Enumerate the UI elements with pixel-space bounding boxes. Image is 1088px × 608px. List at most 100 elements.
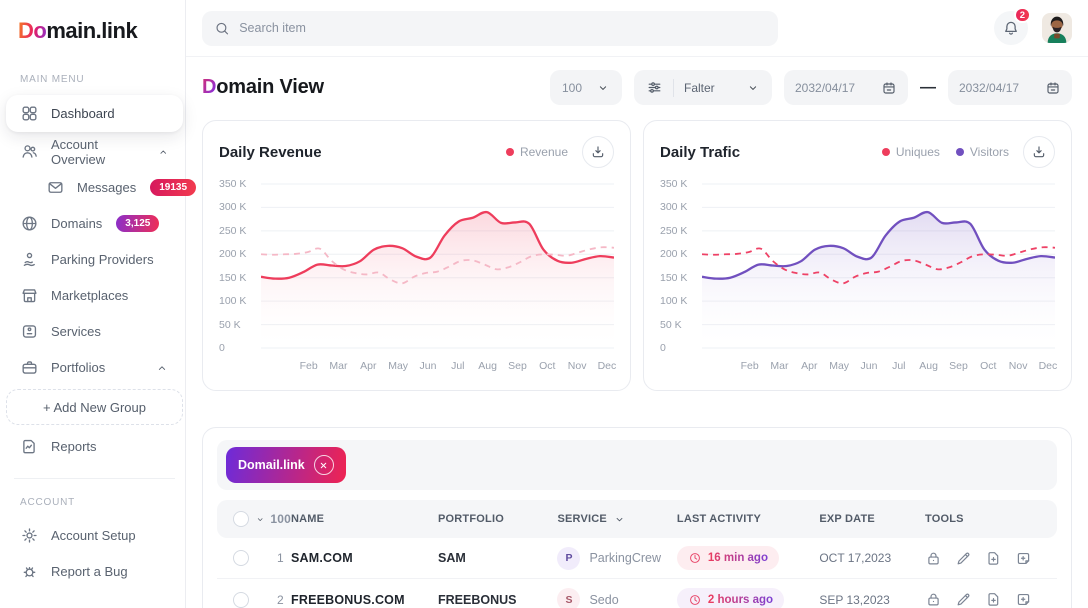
- brand-logo[interactable]: Domain.link: [18, 18, 173, 44]
- last-activity-pill: 16 min ago: [677, 546, 779, 570]
- y-tick-label: 50 K: [660, 319, 682, 331]
- domain-name[interactable]: SAM.COM: [291, 551, 438, 565]
- activity-cell: 2 hours ago: [677, 588, 819, 608]
- page-header: Domain View 100 Falter 2032/04/17: [202, 70, 1072, 105]
- chart-canvas: [261, 180, 614, 352]
- legend-label: Visitors: [970, 145, 1009, 159]
- row-tools: [925, 591, 1053, 608]
- sidebar-item-services[interactable]: Services: [10, 314, 179, 349]
- sidebar-item-label: Portfolios: [51, 360, 105, 375]
- x-tick-label: May: [388, 360, 408, 372]
- y-tick-label: 300 K: [219, 201, 246, 213]
- y-tick-label: 100 K: [219, 295, 246, 307]
- legend-label: Uniques: [896, 145, 940, 159]
- table-body: 1SAM.COMSAMPParkingCrew16 min agoOCT 17,…: [217, 538, 1057, 608]
- x-tick-label: Dec: [1039, 360, 1058, 372]
- note-add-icon[interactable]: [1015, 591, 1032, 608]
- x-tick-label: Jun: [861, 360, 878, 372]
- services-icon: [20, 322, 39, 341]
- col-portfolio[interactable]: PORTFOLIO: [438, 513, 557, 525]
- sidebar-divider: [14, 478, 175, 479]
- x-tick-label: Apr: [801, 360, 817, 372]
- chevron-up-icon[interactable]: [157, 145, 170, 159]
- divider: [673, 79, 674, 97]
- sidebar-item-reports[interactable]: Reports: [10, 429, 179, 464]
- x-tick-label: Sep: [949, 360, 968, 372]
- download-button[interactable]: [1023, 136, 1055, 168]
- sidebar-item-account-setup[interactable]: Account Setup: [10, 518, 179, 553]
- sidebar-item-domains[interactable]: Domains3,125: [10, 206, 179, 241]
- date-to-picker[interactable]: 2032/04/17: [948, 70, 1072, 105]
- x-axis-labels: FebMarAprMayJunJulAugSepOctNovDec: [261, 352, 614, 376]
- bug-icon: [20, 562, 39, 581]
- sidebar-item-label: Report a Bug: [51, 564, 128, 579]
- legend-dot: [956, 148, 964, 156]
- notifications-button[interactable]: 2: [994, 11, 1028, 45]
- col-exp-date[interactable]: EXP DATE: [819, 513, 925, 525]
- x-tick-label: Oct: [980, 360, 996, 372]
- calendar-icon: [1045, 80, 1061, 96]
- note-add-icon[interactable]: [1015, 550, 1032, 567]
- y-tick-label: 0: [660, 342, 666, 354]
- charts-row: Daily RevenueRevenue350 K300 K250 K200 K…: [202, 120, 1072, 391]
- x-tick-label: Jun: [420, 360, 437, 372]
- sidebar-item-messages[interactable]: Messages19135: [10, 170, 179, 205]
- x-tick-label: Apr: [360, 360, 376, 372]
- table-row: 1SAM.COMSAMPParkingCrew16 min agoOCT 17,…: [217, 538, 1057, 579]
- close-icon[interactable]: [314, 455, 334, 475]
- x-tick-label: Sep: [508, 360, 527, 372]
- lock-icon[interactable]: [925, 591, 942, 608]
- download-button[interactable]: [582, 136, 614, 168]
- notification-badge: 2: [1014, 7, 1031, 23]
- select-all-checkbox[interactable]: [233, 511, 249, 527]
- legend-label: Revenue: [520, 145, 568, 159]
- sidebar-item-marketplaces[interactable]: Marketplaces: [10, 278, 179, 313]
- report-icon: [20, 437, 39, 456]
- file-add-icon[interactable]: [985, 591, 1002, 608]
- col-service[interactable]: SERVICE: [557, 513, 676, 526]
- sidebar-item-dashboard[interactable]: Dashboard: [6, 95, 183, 132]
- service-avatar: S: [557, 588, 580, 608]
- sidebar-main-nav: DashboardAccount OverviewMessages19135Do…: [16, 95, 173, 464]
- row-checkbox[interactable]: [233, 550, 249, 566]
- portfolio-name: FREEBONUS: [438, 593, 557, 607]
- date-from-picker[interactable]: 2032/04/17: [784, 70, 908, 105]
- sidebar-item-report-a-bug[interactable]: Report a Bug: [10, 554, 179, 589]
- x-tick-label: Jul: [892, 360, 905, 372]
- chart-card-0: Daily RevenueRevenue350 K300 K250 K200 K…: [202, 120, 631, 391]
- main-area: 2 Domain View: [186, 0, 1088, 608]
- lock-icon[interactable]: [925, 550, 942, 567]
- chevron-down-icon[interactable]: [255, 513, 265, 526]
- col-name[interactable]: NAME: [291, 513, 438, 525]
- sidebar-item-portfolios[interactable]: Portfolios: [10, 350, 179, 385]
- sidebar-item-add-new-group[interactable]: + Add New Group: [6, 389, 183, 425]
- service-cell: SSedo: [557, 588, 676, 608]
- col-last-activity[interactable]: LAST ACTIVITY: [677, 513, 819, 525]
- row-checkbox[interactable]: [233, 592, 249, 608]
- download-icon: [1031, 144, 1047, 160]
- sidebar-item-account-overview[interactable]: Account Overview: [10, 134, 179, 169]
- domain-name[interactable]: FREEBONUS.COM: [291, 593, 438, 607]
- per-page-select[interactable]: 100: [550, 70, 622, 105]
- clock-icon: [688, 551, 702, 565]
- sidebar-section-account: ACCOUNT: [20, 497, 173, 508]
- filter-chip[interactable]: Domail.link: [226, 447, 346, 483]
- search-input[interactable]: [239, 21, 766, 35]
- y-tick-label: 250 K: [219, 225, 246, 237]
- page-title: Domain View: [202, 76, 324, 99]
- edit-icon[interactable]: [955, 591, 972, 608]
- user-avatar[interactable]: [1042, 13, 1072, 43]
- filter-dropdown[interactable]: Falter: [634, 70, 772, 105]
- service-cell: PParkingCrew: [557, 547, 676, 570]
- file-add-icon[interactable]: [985, 550, 1002, 567]
- table-row: 2FREEBONUS.COMFREEBONUSSSedo2 hours agoS…: [217, 579, 1057, 608]
- sidebar-item-label: Dashboard: [51, 106, 115, 121]
- search-box[interactable]: [202, 11, 778, 46]
- edit-icon[interactable]: [955, 550, 972, 567]
- service-label: ParkingCrew: [589, 551, 661, 565]
- brand-logo-rest: main.link: [46, 18, 137, 43]
- chevron-up-icon[interactable]: [155, 361, 169, 375]
- sidebar-item-label: Parking Providers: [51, 252, 154, 267]
- sidebar-item-parking-providers[interactable]: Parking Providers: [10, 242, 179, 277]
- count-badge: 19135: [150, 179, 196, 196]
